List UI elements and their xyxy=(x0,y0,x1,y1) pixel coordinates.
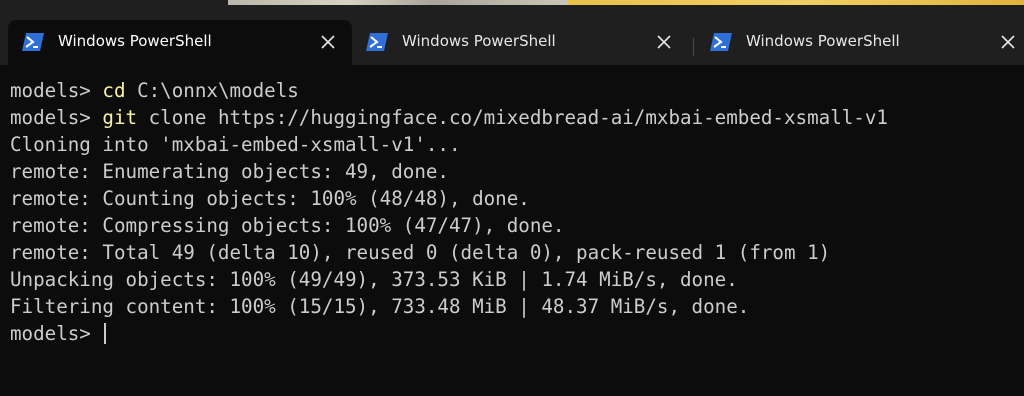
powershell-icon xyxy=(710,33,732,51)
close-icon[interactable] xyxy=(318,32,338,52)
close-icon[interactable] xyxy=(654,32,674,52)
tab-label: Windows PowerShell xyxy=(402,32,556,50)
terminal-output[interactable]: models> cd C:\onnx\models models> git cl… xyxy=(0,65,1024,396)
desktop-strip xyxy=(0,0,1024,8)
prompt: models> xyxy=(10,79,103,102)
terminal-line: remote: Counting objects: 100% (48/48), … xyxy=(10,187,530,210)
background-window-accent xyxy=(568,0,1024,5)
prompt: models> xyxy=(10,106,103,129)
terminal-line: models> cd C:\onnx\models xyxy=(10,77,1024,104)
powershell-icon xyxy=(22,33,44,51)
terminal-line: remote: Enumerating objects: 49, done. xyxy=(10,160,449,183)
terminal-line: Filtering content: 100% (15/15), 733.48 … xyxy=(10,295,750,318)
tab-bar: Windows PowerShell Windows PowerShell Wi… xyxy=(0,8,1024,65)
command-args: C:\onnx\models xyxy=(125,79,299,102)
tab-powershell-3[interactable]: Windows PowerShell xyxy=(696,20,1024,65)
tab-separator xyxy=(693,38,694,56)
prompt: models> xyxy=(10,322,103,345)
tab-powershell-2[interactable]: Windows PowerShell xyxy=(352,20,688,65)
powershell-icon xyxy=(366,33,388,51)
terminal-line: Unpacking objects: 100% (49/49), 373.53 … xyxy=(10,268,738,291)
command-args: clone https://huggingface.co/mixedbread-… xyxy=(137,106,888,129)
terminal-window: Windows PowerShell Windows PowerShell Wi… xyxy=(0,0,1024,396)
terminal-line: remote: Total 49 (delta 10), reused 0 (d… xyxy=(10,241,831,264)
tab-label: Windows PowerShell xyxy=(746,32,900,50)
command: cd xyxy=(102,79,126,102)
command: git xyxy=(102,106,138,129)
background-window-edge xyxy=(228,0,568,5)
terminal-line: Cloning into 'mxbai-embed-xsmall-v1'... xyxy=(10,133,461,156)
tab-label: Windows PowerShell xyxy=(58,32,212,50)
close-icon[interactable] xyxy=(998,32,1018,52)
terminal-line: models> git clone https://huggingface.co… xyxy=(10,104,1024,131)
terminal-line: remote: Compressing objects: 100% (47/47… xyxy=(10,214,565,237)
current-prompt-line[interactable]: models> xyxy=(10,320,1024,347)
text-cursor xyxy=(104,323,107,344)
tab-powershell-1[interactable]: Windows PowerShell xyxy=(8,20,352,65)
